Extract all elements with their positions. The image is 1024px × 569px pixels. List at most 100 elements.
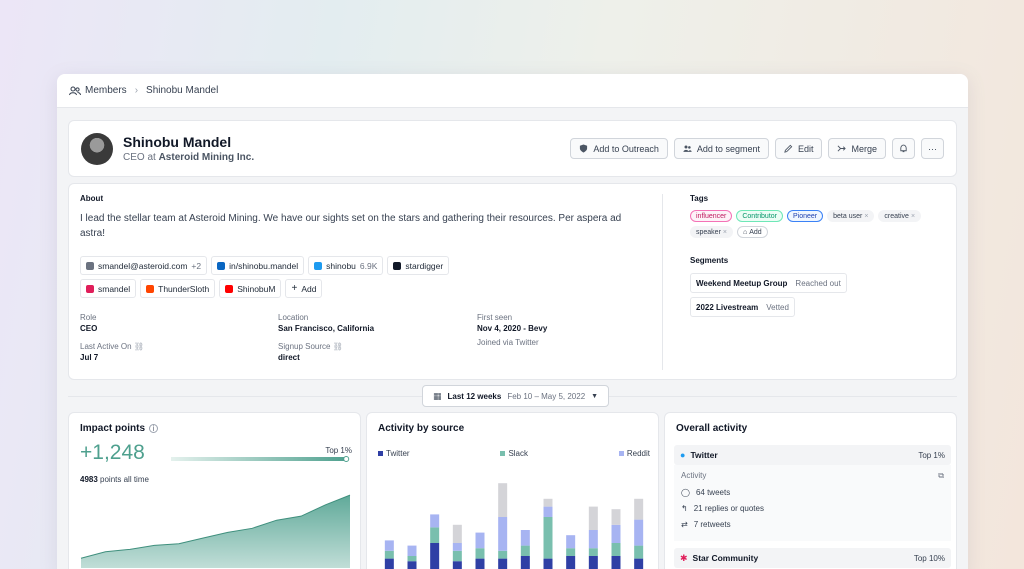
bar-segment xyxy=(543,506,553,517)
segment-name: 2022 Livestream xyxy=(696,302,759,312)
users-icon xyxy=(683,145,692,152)
bar-segment xyxy=(384,550,394,559)
date-range-selector[interactable]: ▦ Last 12 weeks Feb 10 – May 5, 2022 ▼ xyxy=(422,385,610,407)
identity-list: smandel@asteroid.com +2 in/shinobu.mandel s… xyxy=(80,256,500,298)
identity-chip[interactable]: stardigger xyxy=(387,256,450,275)
add-identity-button[interactable]: + Add xyxy=(285,279,323,298)
add-to-segment-label: Add to segment xyxy=(696,143,760,154)
field-last-active: Last Active On ⛓ Jul 7 xyxy=(80,342,278,362)
legend-item: Reddit xyxy=(618,449,650,458)
bar-segment xyxy=(566,556,576,569)
field-first-seen-value: Nov 4, 2020 - Bevy xyxy=(477,324,548,333)
identity-chip[interactable]: shinobu 6.9K xyxy=(308,256,384,275)
add-tag-button[interactable]: ⌂ Add xyxy=(737,226,768,238)
twitter-icon xyxy=(314,261,323,270)
more-options-button[interactable]: ··· xyxy=(921,138,944,159)
caret-down-icon: ▼ xyxy=(591,392,599,400)
impact-area xyxy=(81,495,350,568)
legend-label: Slack xyxy=(508,449,528,458)
segment-item[interactable]: Weekend Meetup Group Reached out xyxy=(690,273,847,293)
date-range-label: Last 12 weeks xyxy=(447,391,502,401)
segment-item[interactable]: 2022 Livestream Vetted xyxy=(690,297,795,317)
breadcrumb-parent: Members xyxy=(85,85,127,96)
identity-chip[interactable]: smandel xyxy=(80,279,137,298)
identity-label: ThunderSloth xyxy=(158,283,210,294)
merge-label: Merge xyxy=(851,143,877,154)
bar-segment xyxy=(475,548,485,559)
tag[interactable]: beta user × xyxy=(827,210,875,222)
tag-label: speaker xyxy=(696,228,721,236)
identity-chip[interactable]: in/shinobu.mandel xyxy=(211,256,305,275)
bar-segment xyxy=(430,514,440,528)
bar-segment xyxy=(566,535,576,549)
identity-label: in/shinobu.mandel xyxy=(229,260,299,271)
field-signup-label: Signup Source ⛓ xyxy=(278,342,477,351)
activity-label: Activity ⧉ xyxy=(681,471,944,481)
avatar xyxy=(81,132,113,165)
legend-label: Twitter xyxy=(386,449,410,458)
field-signup-source: Signup Source ⛓ direct xyxy=(278,342,477,362)
bar-segment xyxy=(588,506,598,530)
identity-chip[interactable]: smandel@asteroid.com +2 xyxy=(80,256,208,275)
external-link-icon[interactable]: ⧉ xyxy=(938,471,944,481)
tag[interactable]: Pioneer xyxy=(787,210,824,222)
impact-total-suffix: points all time xyxy=(100,475,149,484)
tag-label: creative xyxy=(884,212,909,220)
stat-replies-text: 21 replies or quotes xyxy=(693,504,764,513)
signup-label-text: Signup Source xyxy=(278,342,331,351)
linkedin-icon xyxy=(217,261,226,270)
overall-row-rank: Top 10% xyxy=(913,553,945,563)
remove-tag-icon[interactable]: × xyxy=(911,213,915,220)
overall-row-star-community[interactable]: ✱ Star Community Top 10% xyxy=(674,548,951,568)
identity-chip[interactable]: ShinobuM xyxy=(219,279,282,298)
overall-row-name: Star Community xyxy=(692,553,759,563)
bar-segment xyxy=(588,556,598,569)
app-frame: Members › Shinobu Mandel Shinobu Mandel … xyxy=(57,74,968,569)
bar-segment xyxy=(475,532,485,549)
bar-segment xyxy=(452,543,462,551)
link-icon: ⛓ xyxy=(332,342,343,351)
remove-tag-icon[interactable]: × xyxy=(723,229,727,236)
identity-chip[interactable]: ThunderSloth xyxy=(140,279,216,298)
bar-segment xyxy=(452,550,462,562)
tag-label: influencer xyxy=(696,212,727,220)
notifications-button[interactable] xyxy=(892,138,915,159)
bar-segment xyxy=(520,530,530,546)
bar-segment xyxy=(498,483,508,517)
bar-segment xyxy=(611,524,621,543)
bar-segment xyxy=(566,548,576,556)
impact-title: Impact points i xyxy=(80,423,159,434)
chevron-right-icon: › xyxy=(134,85,139,96)
add-to-outreach-button[interactable]: Add to Outreach xyxy=(570,138,668,159)
field-first-seen: First seen Nov 4, 2020 - Bevy Joined via… xyxy=(477,313,647,362)
bar-segment xyxy=(407,545,417,556)
activity-by-source-panel: Activity by source Twitter Slack Reddit 8/… xyxy=(366,412,659,569)
bar-segment xyxy=(634,545,644,559)
role-prefix: CEO at xyxy=(123,152,156,163)
tag[interactable]: speaker × xyxy=(690,226,733,238)
segments-label: Segments xyxy=(690,256,729,265)
edit-button[interactable]: Edit xyxy=(774,138,823,159)
remove-tag-icon[interactable]: × xyxy=(864,213,868,220)
legend-item: Slack xyxy=(500,449,528,458)
email-icon xyxy=(86,261,94,270)
plus-icon: + xyxy=(291,283,298,294)
tag[interactable]: influencer xyxy=(690,210,733,222)
breadcrumb-members-link[interactable]: Members xyxy=(69,85,127,96)
overall-row-twitter[interactable]: ● Twitter Top 1% xyxy=(674,445,951,465)
tag[interactable]: Contributor xyxy=(736,210,783,222)
merge-button[interactable]: Merge xyxy=(828,138,886,159)
impact-chart: 8/28/239/1310/18 xyxy=(80,494,351,568)
field-role-value: CEO xyxy=(80,324,98,333)
bar-segment xyxy=(384,558,394,569)
member-fields: Role CEO Location San Francisco, Califor… xyxy=(80,313,645,362)
identity-label: shinobu xyxy=(326,260,356,271)
add-to-segment-button[interactable]: Add to segment xyxy=(673,138,769,159)
tag[interactable]: creative × xyxy=(878,210,922,222)
info-icon[interactable]: i xyxy=(149,424,159,433)
bar-segment xyxy=(543,498,553,507)
field-location-value: San Francisco, California xyxy=(278,324,375,333)
field-role-label: Role xyxy=(80,313,97,322)
segment-status: Reached out xyxy=(795,278,841,288)
field-location: Location San Francisco, California xyxy=(278,313,477,333)
